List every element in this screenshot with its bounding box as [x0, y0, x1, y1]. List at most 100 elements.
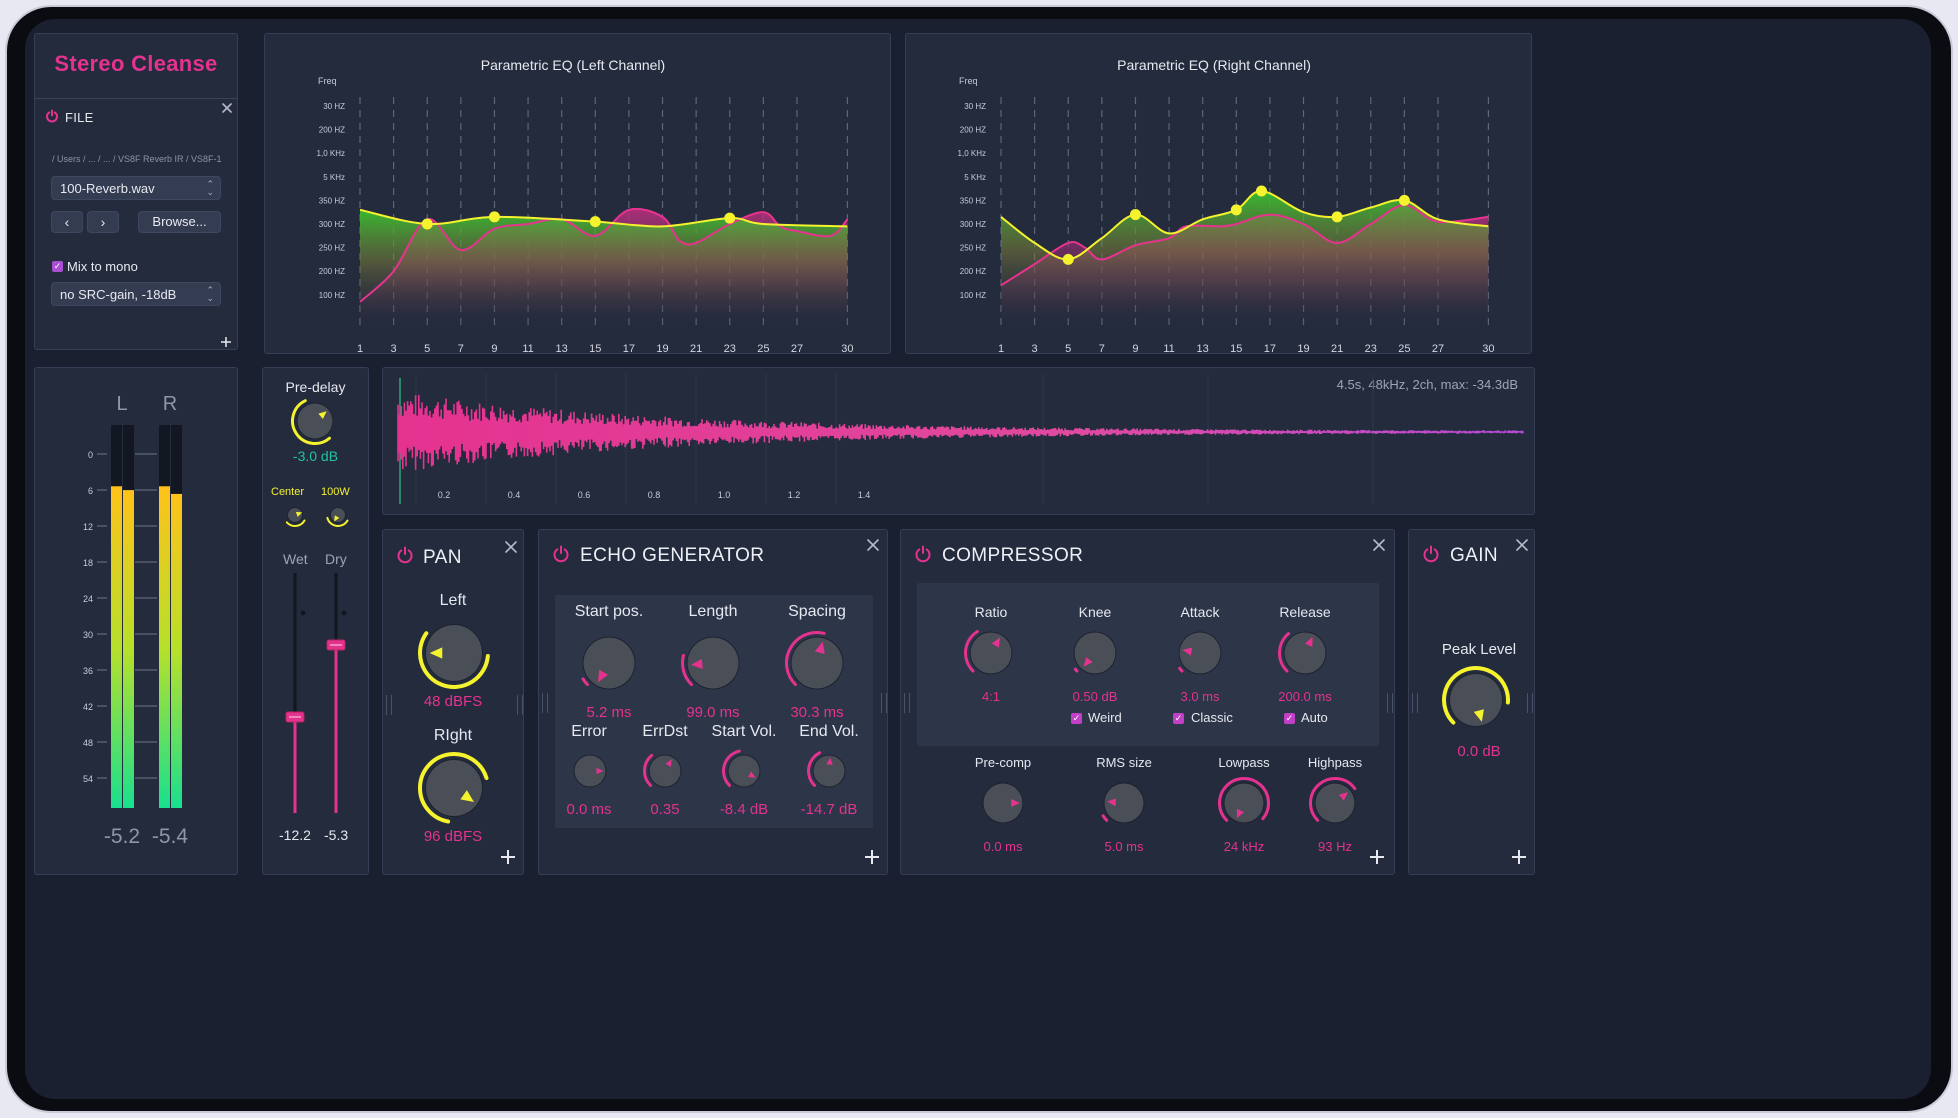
wet-dry-faders[interactable]	[263, 563, 368, 863]
file-select-value: 100-Reverb.wav	[60, 181, 155, 196]
waveform-tick: 1.0	[718, 490, 731, 500]
pan-drag-handle-right[interactable]	[517, 695, 523, 715]
waveform-tick: 0.6	[578, 490, 591, 500]
compressor-drag-handle-left[interactable]	[904, 693, 910, 713]
comp-knee-label: Knee	[1078, 604, 1112, 620]
comp-ratio-knob[interactable]	[963, 625, 1019, 681]
app-window: Stereo Cleanse FILE / Users / ... / ... …	[7, 7, 1951, 1111]
meter-scale-label: 18	[83, 558, 93, 568]
echo-startvol-value: -8.4 dB	[719, 801, 769, 818]
comp-precomp-knob[interactable]	[976, 776, 1030, 830]
gain-option-select[interactable]: no SRC-gain, -18dB ⌃ ⌄	[51, 282, 221, 306]
echo-endvol-knob[interactable]	[806, 748, 852, 794]
echo-error-knob[interactable]	[567, 748, 613, 794]
compressor-add-icon[interactable]	[1369, 849, 1385, 865]
gain-close-icon[interactable]	[1516, 539, 1528, 551]
mix-to-mono-checkbox[interactable]: ✓	[52, 261, 63, 272]
eq-right-eq-handle[interactable]	[1331, 211, 1343, 223]
eq-right-eq-handle[interactable]	[1129, 209, 1141, 221]
auto-checkbox[interactable]: ✓	[1284, 713, 1295, 724]
predelay-value: -3.0 dB	[292, 448, 339, 464]
waveform-info: 4.5s, 48kHz, 2ch, max: -34.3dB	[1337, 377, 1518, 392]
echo-errdst-knob[interactable]	[642, 748, 688, 794]
file-close-icon[interactable]	[222, 103, 232, 113]
echo-startpos-label: Start pos.	[574, 603, 644, 620]
echo-endvol-label: End Vol.	[799, 723, 859, 740]
comp-attack-value: 3.0 ms	[1180, 689, 1220, 704]
file-select[interactable]: 100-Reverb.wav ⌃ ⌄	[51, 176, 221, 200]
knob-arc	[1073, 667, 1079, 673]
eq-left-y-tick: 200 HZ	[319, 267, 345, 276]
comp-release-knob[interactable]	[1277, 625, 1333, 681]
comp-release-label: Release	[1279, 604, 1331, 620]
eq-right-eq-handle[interactable]	[1256, 185, 1268, 197]
echo-drag-handle-right[interactable]	[881, 693, 887, 713]
knob-body	[728, 755, 760, 787]
eq-left-eq-handle[interactable]	[488, 211, 500, 223]
predelay-knob[interactable]	[290, 396, 340, 446]
eq-right-chart[interactable]: Parametric EQ (Right Channel) Freq 13579…	[906, 34, 1531, 353]
comp-lowpass-value: 24 kHz	[1223, 839, 1265, 854]
eq-left-eq-handle[interactable]	[724, 212, 736, 224]
comp-ratio-value: 4:1	[981, 689, 1001, 704]
knob-arc	[1178, 666, 1184, 673]
next-file-button[interactable]: ›	[87, 211, 119, 233]
classic-checkbox[interactable]: ✓	[1173, 713, 1184, 724]
waveform-tick: 0.4	[508, 490, 521, 500]
comp-attack-knob[interactable]	[1172, 625, 1228, 681]
gain-add-icon[interactable]	[1511, 849, 1527, 865]
echo-startpos-knob[interactable]	[576, 630, 642, 696]
peak-level-knob[interactable]	[1441, 665, 1511, 735]
pan-close-icon[interactable]	[505, 541, 517, 553]
echo-spacing-knob[interactable]	[784, 630, 850, 696]
prev-file-button[interactable]: ‹	[51, 211, 83, 233]
add-icon[interactable]	[220, 336, 232, 348]
comp-rmssize-knob[interactable]	[1097, 776, 1151, 830]
echo-drag-handle-left[interactable]	[542, 693, 548, 713]
pan-power-icon[interactable]	[396, 546, 414, 564]
knob-body	[970, 632, 1012, 674]
pan-drag-handle-left[interactable]	[386, 695, 392, 715]
gain-power-icon[interactable]	[1422, 545, 1440, 563]
eq-left-eq-handle[interactable]	[589, 216, 601, 228]
knob-body	[297, 403, 333, 439]
echo-close-icon[interactable]	[867, 539, 879, 551]
echo-power-icon[interactable]	[552, 545, 570, 563]
browse-button[interactable]: Browse...	[138, 211, 221, 233]
peak-level-value: 0.0 dB	[1457, 743, 1501, 760]
classic-label: Classic	[1191, 710, 1233, 725]
compressor-close-icon[interactable]	[1373, 539, 1385, 551]
center-knob[interactable]	[282, 502, 308, 528]
gain-option-value: no SRC-gain, -18dB	[60, 287, 177, 302]
auto-label: Auto	[1301, 710, 1328, 725]
eq-left-y-tick: 100 HZ	[319, 291, 345, 300]
file-power-icon[interactable]	[45, 109, 59, 123]
pan-add-icon[interactable]	[500, 849, 516, 865]
echo-endvol-value: -14.7 dB	[800, 801, 858, 818]
pan-title: PAN	[423, 547, 462, 568]
gain-drag-handle-right[interactable]	[1527, 693, 1533, 713]
eq-right-eq-handle[interactable]	[1230, 204, 1242, 216]
compressor-drag-handle-right[interactable]	[1387, 693, 1393, 713]
echo-startpos-value: 5.2 ms	[586, 704, 632, 721]
echo-startvol-knob[interactable]	[721, 748, 767, 794]
width-knob[interactable]	[325, 502, 351, 528]
comp-lowpass-knob[interactable]	[1217, 776, 1271, 830]
meter-right-readout: -5.4	[152, 825, 189, 848]
comp-highpass-knob[interactable]	[1308, 776, 1362, 830]
waveform-display[interactable]: 4.5s, 48kHz, 2ch, max: -34.3dB 0.2 0.4 0.6…	[383, 368, 1534, 514]
comp-knee-knob[interactable]	[1067, 625, 1123, 681]
echo-add-icon[interactable]	[864, 849, 880, 865]
pan-left-knob[interactable]	[417, 616, 491, 690]
eq-right-eq-handle[interactable]	[1398, 194, 1410, 206]
echo-length-knob[interactable]	[680, 630, 746, 696]
eq-right-eq-handle[interactable]	[1062, 253, 1074, 265]
eq-right-x-tick: 7	[1099, 343, 1105, 353]
eq-right-y-tick: 350 HZ	[960, 196, 986, 205]
weird-checkbox[interactable]: ✓	[1071, 713, 1082, 724]
pan-right-knob[interactable]	[417, 751, 491, 825]
gain-drag-handle-left[interactable]	[1412, 693, 1418, 713]
eq-left-eq-handle[interactable]	[421, 218, 433, 230]
eq-left-chart[interactable]: Parametric EQ (Left Channel) Freq 135791…	[265, 34, 890, 353]
compressor-power-icon[interactable]	[914, 545, 932, 563]
